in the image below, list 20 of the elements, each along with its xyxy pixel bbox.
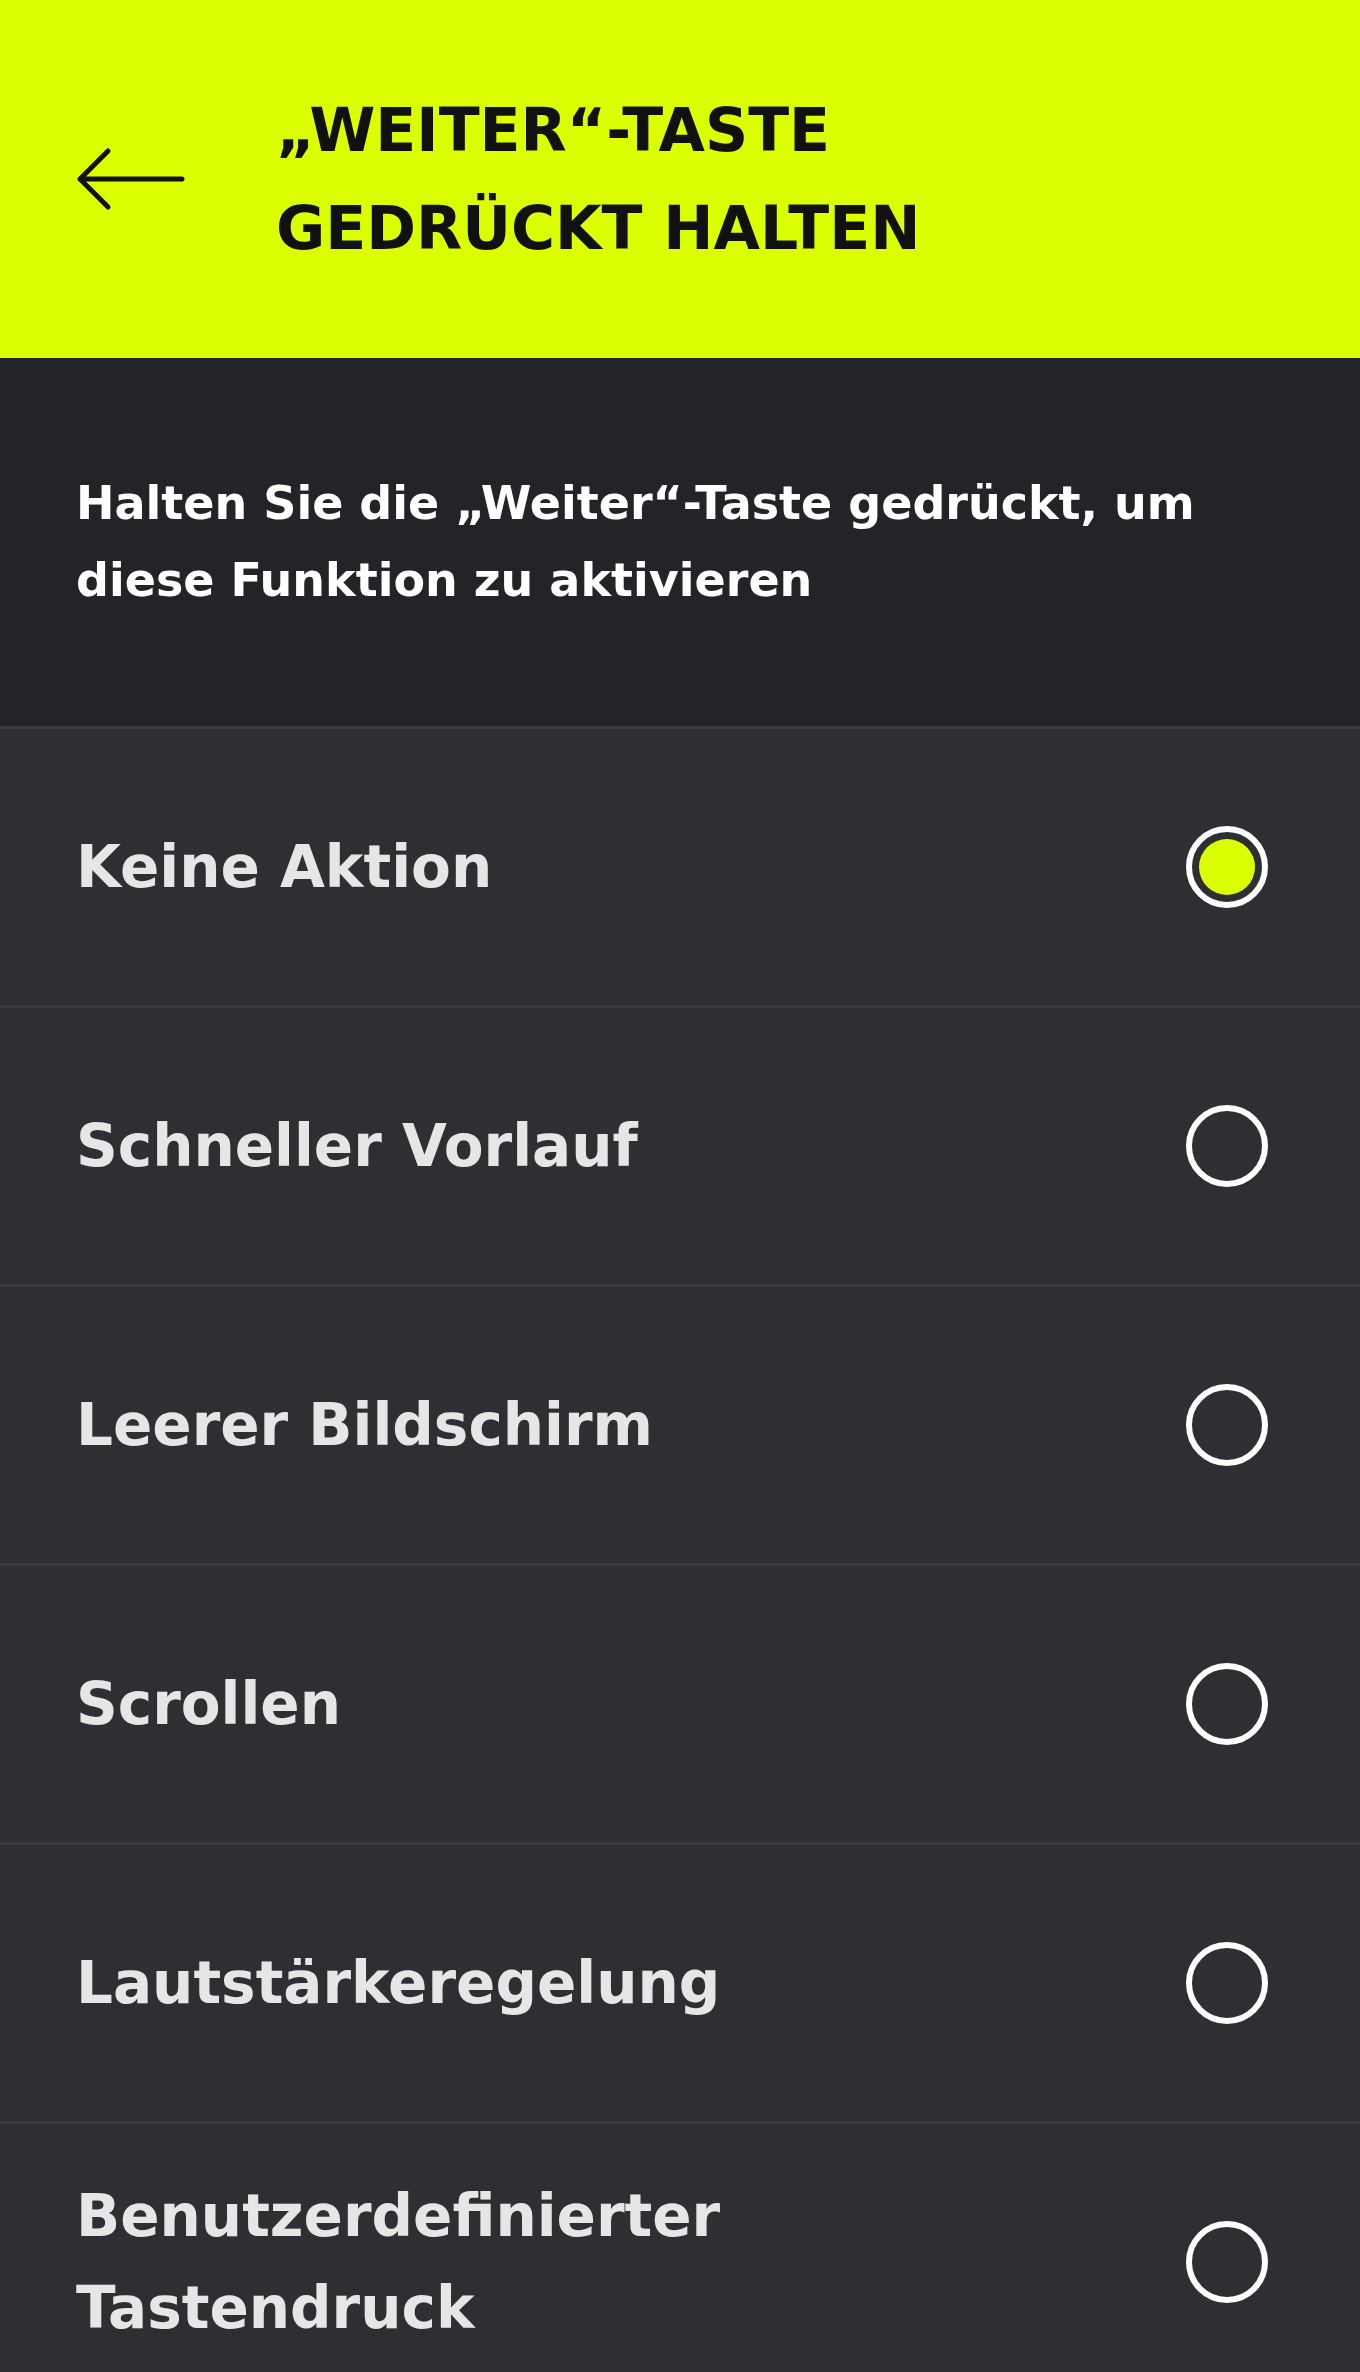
option-label: Keine Aktion [76, 832, 494, 903]
option-row[interactable]: Lautstärkeregelung [0, 1845, 1360, 2124]
radio-button[interactable] [1186, 1663, 1268, 1745]
option-row[interactable]: Scrollen [0, 1566, 1360, 1845]
radio-button[interactable] [1186, 2221, 1268, 2303]
option-row[interactable]: Benutzerdefinierter Tastendruck [0, 2124, 1360, 2372]
option-label: Schneller Vorlauf [76, 1111, 640, 1182]
option-row[interactable]: Keine Aktion [0, 729, 1360, 1008]
radio-button[interactable] [1186, 1942, 1268, 2024]
option-label: Scrollen [76, 1669, 342, 1740]
radio-button[interactable] [1186, 1384, 1268, 1466]
option-label: Lautstärkeregelung [76, 1948, 722, 2019]
radio-button[interactable] [1186, 1105, 1268, 1187]
radio-button[interactable] [1186, 826, 1268, 908]
option-label: Leerer Bildschirm [76, 1390, 654, 1461]
option-row[interactable]: Schneller Vorlauf [0, 1008, 1360, 1287]
page-title: „WEITER“-TASTE GEDRÜCKT HALTEN [276, 94, 922, 265]
description-text: Halten Sie die „Weiter“-Taste gedrückt, um diese Funktion zu aktivieren [76, 475, 1196, 609]
option-label: Benutzerdefinierter Tastendruck [76, 2181, 722, 2344]
option-row[interactable]: Leerer Bildschirm [0, 1287, 1360, 1566]
